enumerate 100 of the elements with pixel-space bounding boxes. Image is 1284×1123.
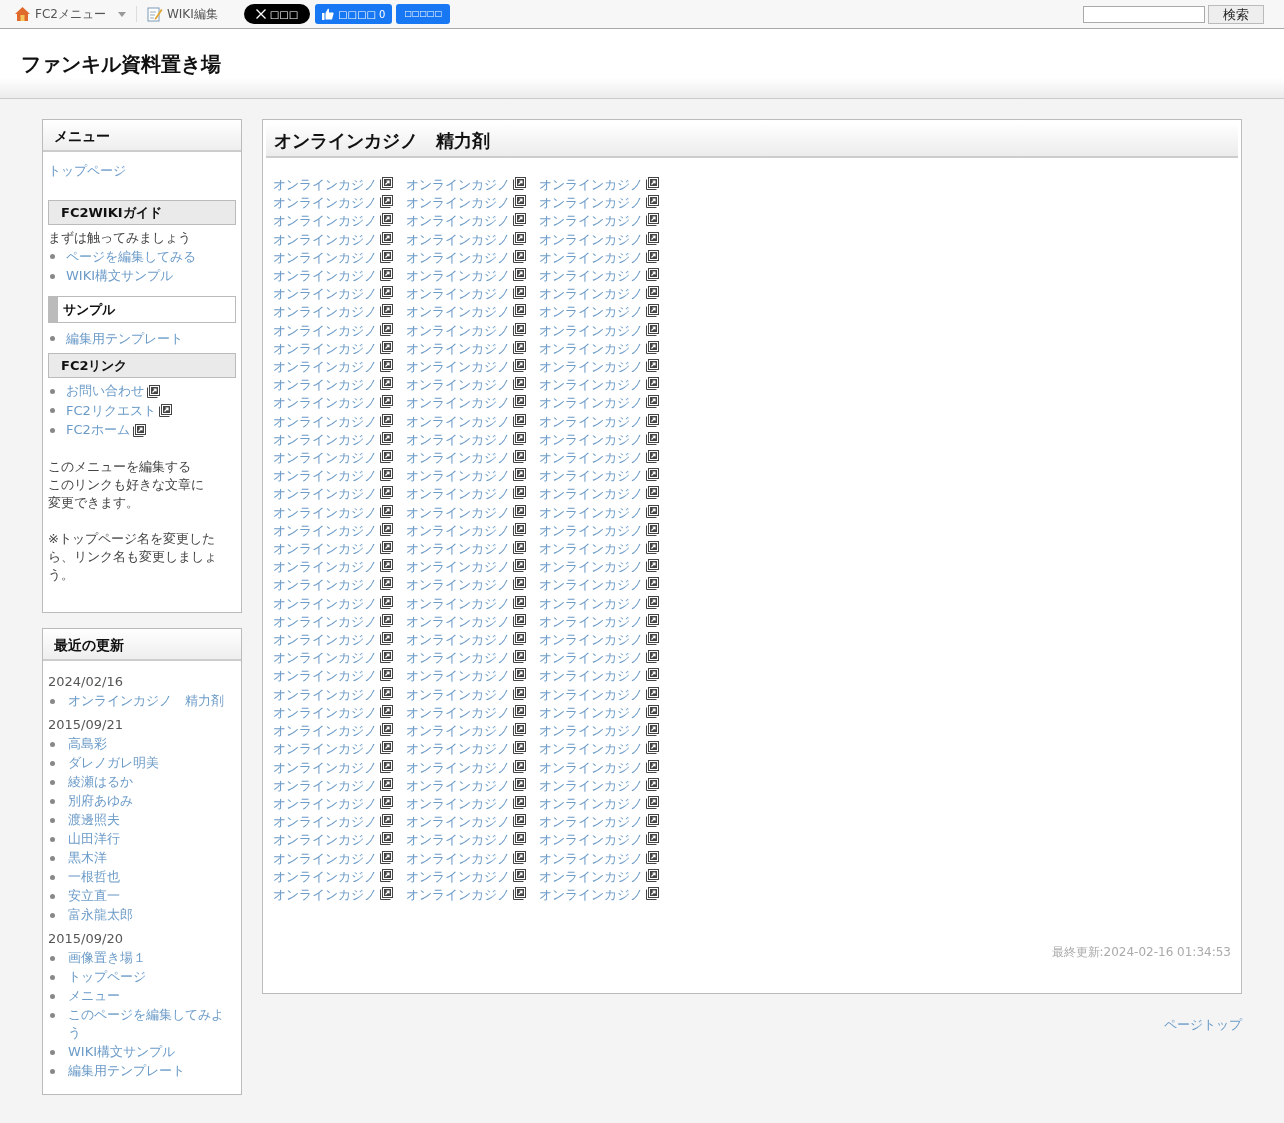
content-link[interactable]: オンラインカジノ <box>406 559 510 575</box>
x-post-button[interactable]: □□□ <box>243 4 311 24</box>
content-link[interactable]: オンラインカジノ <box>539 632 643 648</box>
content-link[interactable]: オンラインカジノ <box>539 340 643 356</box>
content-link[interactable]: オンラインカジノ <box>406 777 510 793</box>
content-link[interactable]: オンラインカジノ <box>539 468 643 484</box>
recent-link[interactable]: 画像置き場１ <box>68 948 146 967</box>
content-link[interactable]: オンラインカジノ <box>406 395 510 411</box>
content-link[interactable]: オンラインカジノ <box>273 850 377 866</box>
content-link[interactable]: オンラインカジノ <box>406 340 510 356</box>
content-link[interactable]: オンラインカジノ <box>539 868 643 884</box>
recent-link[interactable]: このページを編集してみよう <box>68 1005 236 1042</box>
content-link[interactable]: オンラインカジノ <box>539 686 643 702</box>
content-link[interactable]: オンラインカジノ <box>406 304 510 320</box>
content-link[interactable]: オンラインカジノ <box>539 759 643 775</box>
content-link[interactable]: オンラインカジノ <box>406 359 510 375</box>
content-link[interactable]: オンラインカジノ <box>273 632 377 648</box>
content-link[interactable]: オンラインカジノ <box>406 759 510 775</box>
content-link[interactable]: オンラインカジノ <box>273 322 377 338</box>
content-link[interactable]: オンラインカジノ <box>273 286 377 302</box>
content-link[interactable]: オンラインカジノ <box>273 814 377 830</box>
content-link[interactable]: オンラインカジノ <box>273 832 377 848</box>
content-link[interactable]: オンラインカジノ <box>406 795 510 811</box>
content-link[interactable]: オンラインカジノ <box>406 486 510 502</box>
content-link[interactable]: オンラインカジノ <box>273 359 377 375</box>
recent-link[interactable]: 別府あゆみ <box>68 791 133 810</box>
content-link[interactable]: オンラインカジノ <box>273 595 377 611</box>
content-link[interactable]: オンラインカジノ <box>539 195 643 211</box>
content-link[interactable]: オンラインカジノ <box>539 595 643 611</box>
content-link[interactable]: オンラインカジノ <box>539 577 643 593</box>
content-link[interactable]: オンラインカジノ <box>539 723 643 739</box>
content-link[interactable]: オンラインカジノ <box>273 377 377 393</box>
content-link[interactable]: オンラインカジノ <box>539 431 643 447</box>
menu-link[interactable]: FC2リクエスト <box>66 401 156 420</box>
page-top-link[interactable]: ページトップ <box>1164 1015 1242 1035</box>
recent-link[interactable]: トップページ <box>68 967 146 986</box>
wiki-edit-button[interactable]: WIKI編集 <box>146 5 218 23</box>
content-link[interactable]: オンラインカジノ <box>406 322 510 338</box>
content-link[interactable]: オンラインカジノ <box>406 595 510 611</box>
content-link[interactable]: オンラインカジノ <box>406 741 510 757</box>
like-button[interactable]: □□□□ 0 <box>315 4 393 24</box>
content-link[interactable]: オンラインカジノ <box>406 686 510 702</box>
content-link[interactable]: オンラインカジノ <box>539 268 643 283</box>
search-button[interactable]: 検索 <box>1208 4 1264 24</box>
content-link[interactable]: オンラインカジノ <box>406 541 510 557</box>
content-link[interactable]: オンラインカジノ <box>406 868 510 884</box>
content-link[interactable]: オンラインカジノ <box>539 650 643 666</box>
content-link[interactable]: オンラインカジノ <box>273 777 377 793</box>
content-link[interactable]: オンラインカジノ <box>539 850 643 866</box>
menu-link[interactable]: FC2ホーム <box>66 421 130 440</box>
content-link[interactable]: オンラインカジノ <box>406 832 510 848</box>
content-link[interactable]: オンラインカジノ <box>539 322 643 338</box>
content-link[interactable]: オンラインカジノ <box>273 177 377 192</box>
content-link[interactable]: オンラインカジノ <box>406 850 510 866</box>
content-link[interactable]: オンラインカジノ <box>539 177 643 192</box>
recent-link[interactable]: 渡邊照夫 <box>68 810 120 829</box>
fc2-menu-button[interactable]: FC2メニュー <box>14 5 126 23</box>
content-link[interactable]: オンラインカジノ <box>273 249 377 265</box>
content-link[interactable]: オンラインカジノ <box>539 832 643 848</box>
content-link[interactable]: オンラインカジノ <box>539 814 643 830</box>
recent-link[interactable]: メニュー <box>68 986 120 1005</box>
content-link[interactable]: オンラインカジノ <box>406 504 510 520</box>
content-link[interactable]: オンラインカジノ <box>273 704 377 720</box>
content-link[interactable]: オンラインカジノ <box>273 886 377 902</box>
content-link[interactable]: オンラインカジノ <box>539 450 643 466</box>
content-link[interactable]: オンラインカジノ <box>406 814 510 830</box>
content-link[interactable]: オンラインカジノ <box>273 522 377 538</box>
content-link[interactable]: オンラインカジノ <box>273 741 377 757</box>
content-link[interactable]: オンラインカジノ <box>273 795 377 811</box>
content-link[interactable]: オンラインカジノ <box>539 395 643 411</box>
content-link[interactable]: オンラインカジノ <box>539 249 643 265</box>
content-link[interactable]: オンラインカジノ <box>539 359 643 375</box>
content-link[interactable]: オンラインカジノ <box>406 286 510 302</box>
content-link[interactable]: オンラインカジノ <box>406 613 510 629</box>
content-link[interactable]: オンラインカジノ <box>539 613 643 629</box>
content-link[interactable]: オンラインカジノ <box>406 468 510 484</box>
content-link[interactable]: オンラインカジノ <box>406 522 510 538</box>
content-link[interactable]: オンラインカジノ <box>273 231 377 247</box>
content-link[interactable]: オンラインカジノ <box>406 413 510 429</box>
content-link[interactable]: オンラインカジノ <box>273 468 377 484</box>
recent-link[interactable]: 綾瀬はるか <box>68 772 133 791</box>
content-link[interactable]: オンラインカジノ <box>273 504 377 520</box>
content-link[interactable]: オンラインカジノ <box>539 741 643 757</box>
menu-link[interactable]: 編集用テンプレート <box>66 329 183 348</box>
content-link[interactable]: オンラインカジノ <box>539 541 643 557</box>
content-link[interactable]: オンラインカジノ <box>273 268 377 283</box>
content-link[interactable]: オンラインカジノ <box>406 213 510 229</box>
content-link[interactable]: オンラインカジノ <box>273 340 377 356</box>
content-link[interactable]: オンラインカジノ <box>539 559 643 575</box>
recent-link[interactable]: 高島彩 <box>68 734 107 753</box>
content-link[interactable]: オンラインカジノ <box>539 795 643 811</box>
content-link[interactable]: オンラインカジノ <box>539 231 643 247</box>
content-link[interactable]: オンラインカジノ <box>406 632 510 648</box>
recent-link[interactable]: WIKI構文サンプル <box>68 1042 176 1061</box>
content-link[interactable]: オンラインカジノ <box>273 559 377 575</box>
content-link[interactable]: オンラインカジノ <box>406 231 510 247</box>
recent-link[interactable]: 一根哲也 <box>68 867 120 886</box>
content-link[interactable]: オンラインカジノ <box>406 704 510 720</box>
menu-link[interactable]: お問い合わせ <box>66 382 144 401</box>
content-link[interactable]: オンラインカジノ <box>273 195 377 211</box>
